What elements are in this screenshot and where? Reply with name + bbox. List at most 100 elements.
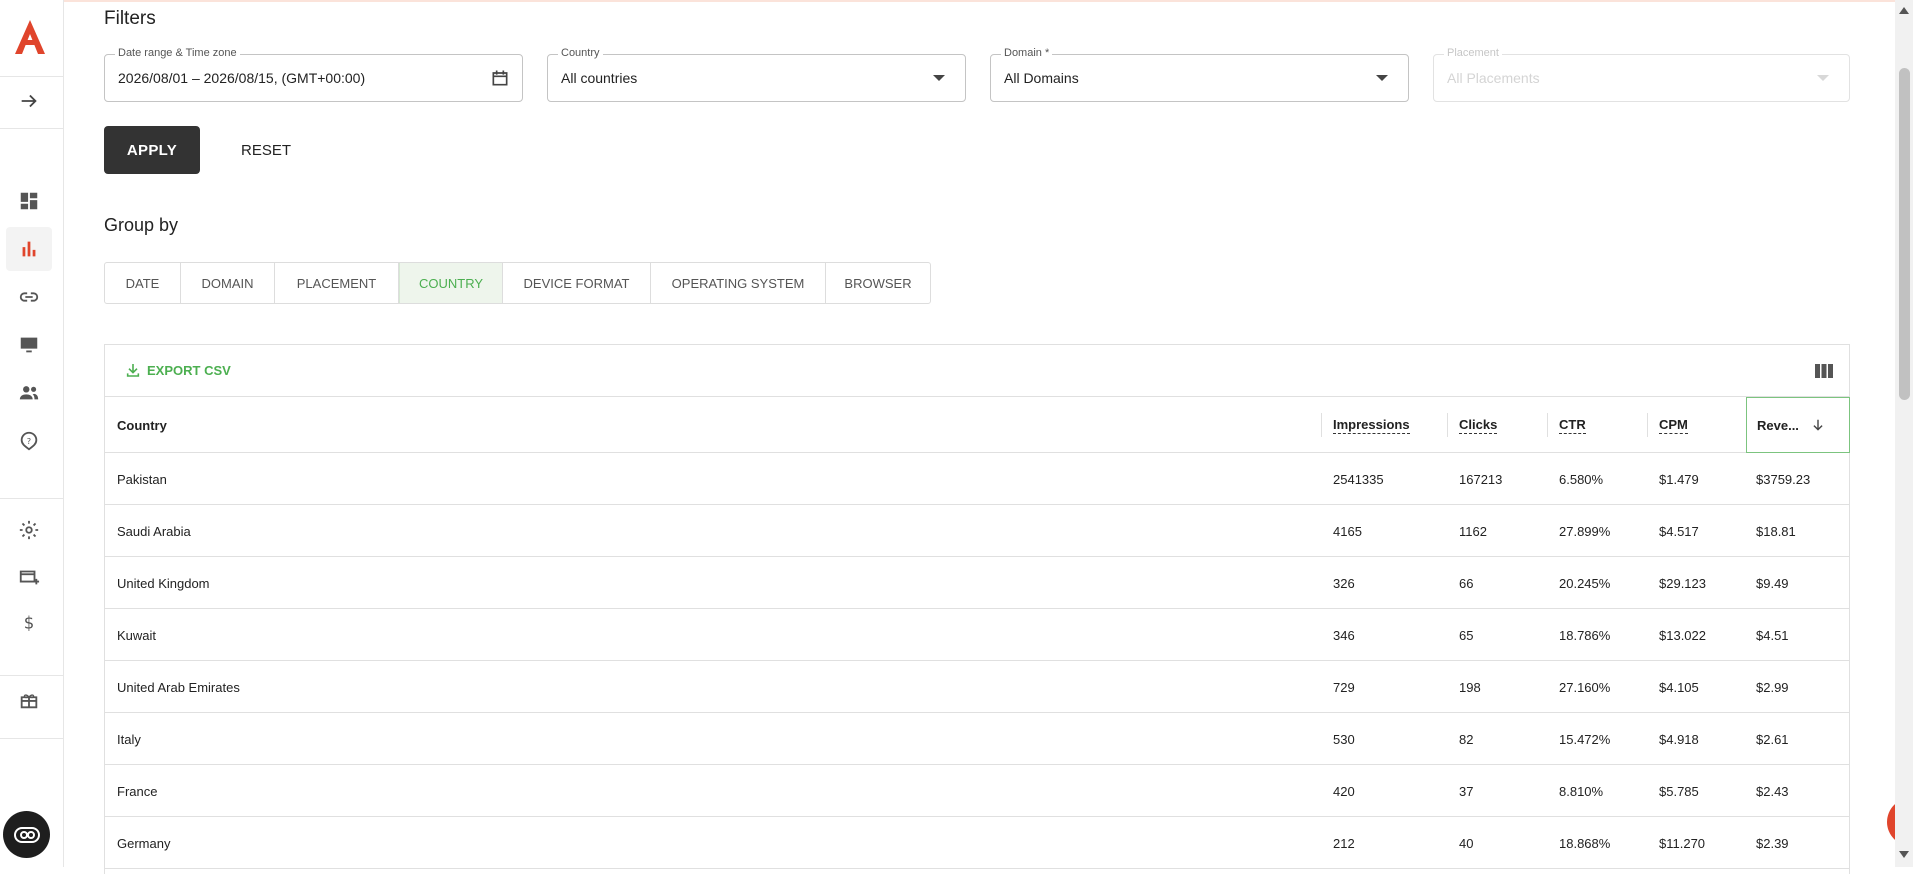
sidebar-item-sites[interactable]	[6, 323, 52, 367]
table-cell: $11.270	[1659, 835, 1706, 851]
columns-icon[interactable]	[1815, 363, 1833, 379]
calendar-icon[interactable]	[490, 68, 510, 88]
country-select[interactable]: Country All countries	[547, 47, 966, 102]
column-header-cpm[interactable]: CPM	[1659, 397, 1688, 453]
table-toolbar: EXPORT CSV	[105, 345, 1849, 397]
table-cell: 420	[1333, 783, 1355, 799]
link-icon	[19, 292, 39, 302]
table-cell: 198	[1459, 679, 1481, 695]
domain-label: Domain *	[1001, 47, 1053, 59]
table-cell: 6.580%	[1559, 471, 1604, 487]
table-row: Germany 212 40 18.868% $11.270 $2.39	[105, 817, 1849, 869]
sidebar-item-links[interactable]	[6, 275, 52, 319]
users-icon	[19, 386, 39, 400]
column-header-clicks[interactable]: Clicks	[1459, 397, 1498, 453]
sidebar-item-payment-methods[interactable]	[6, 555, 52, 599]
sidebar-item-dashboard[interactable]	[6, 179, 52, 223]
scroll-down-arrow-icon[interactable]	[1899, 851, 1909, 858]
column-separator	[1647, 413, 1648, 437]
export-csv-label: EXPORT CSV	[147, 362, 231, 378]
column-header-revenue[interactable]: Reve...	[1746, 397, 1850, 453]
arrow-right-icon	[21, 94, 37, 108]
monitor-icon	[20, 337, 38, 353]
column-header-country[interactable]: Country	[117, 397, 167, 453]
column-header-label: Reve...	[1757, 417, 1799, 433]
tab-domain[interactable]: DOMAIN	[181, 263, 275, 303]
tab-date[interactable]: DATE	[105, 263, 181, 303]
column-header-label: CTR	[1559, 416, 1586, 434]
sidebar-divider	[0, 738, 63, 739]
table-cell: 1162	[1459, 523, 1487, 539]
column-header-ctr[interactable]: CTR	[1559, 397, 1586, 453]
table-cell: 40	[1459, 835, 1474, 851]
table-cell: Pakistan	[117, 471, 167, 487]
column-header-label: Country	[117, 417, 167, 433]
main-content: Filters Date range & Time zone 2026/08/0…	[64, 0, 1913, 874]
column-separator	[1321, 413, 1322, 437]
sidebar-expand-button[interactable]	[6, 79, 52, 123]
tab-operating-system[interactable]: OPERATING SYSTEM	[651, 263, 826, 303]
table-cell: 18.868%	[1559, 835, 1611, 851]
table-cell: $4.105	[1659, 679, 1699, 695]
tab-country[interactable]: COUNTRY	[399, 263, 503, 303]
table-cell: 18.786%	[1559, 627, 1611, 643]
domain-select[interactable]: Domain * All Domains	[990, 47, 1409, 102]
sort-descending-icon	[1813, 419, 1823, 431]
table-cell: $4.918	[1659, 731, 1699, 747]
table-cell: 346	[1333, 627, 1355, 643]
scroll-up-arrow-icon[interactable]	[1899, 7, 1909, 14]
table-cell: $4.51	[1756, 627, 1789, 643]
tab-placement[interactable]: PLACEMENT	[275, 263, 399, 303]
scrollbar-thumb[interactable]	[1899, 68, 1910, 400]
table-cell: 326	[1333, 575, 1355, 591]
country-label: Country	[558, 47, 603, 59]
column-header-impressions[interactable]: Impressions	[1333, 397, 1410, 453]
table-cell: $4.517	[1659, 523, 1699, 539]
column-separator	[1447, 413, 1448, 437]
sidebar-item-referrals[interactable]	[6, 371, 52, 415]
dollar-icon: $	[24, 614, 35, 633]
filters-title: Filters	[104, 8, 156, 29]
table-cell: $2.43	[1756, 783, 1789, 799]
sidebar-item-support[interactable]: ?	[6, 419, 52, 463]
table-cell: United Arab Emirates	[117, 679, 240, 695]
table-cell: 8.810%	[1559, 783, 1604, 799]
brand-logo-icon[interactable]	[11, 18, 49, 56]
sidebar-item-settings[interactable]	[6, 508, 52, 552]
gear-icon	[19, 520, 39, 540]
table-row: Pakistan 2541335 167213 6.580% $1.479 $3759.2…	[105, 453, 1849, 505]
table-row: Saudi Arabia 4165 1162 27.899% $4.517 $18.81	[105, 505, 1849, 557]
sidebar: ? $	[0, 0, 64, 867]
table-cell: $3759.23	[1756, 471, 1811, 487]
table-cell: 82	[1459, 731, 1474, 747]
table-cell: $18.81	[1756, 523, 1796, 539]
placement-select: Placement All Placements	[1433, 47, 1850, 102]
table-cell: 27.899%	[1559, 523, 1611, 539]
group-by-tabs: DATE DOMAIN PLACEMENT COUNTRY DEVICE FOR…	[104, 262, 931, 304]
date-range-field[interactable]: Date range & Time zone 2026/08/01 – 2026…	[104, 47, 523, 102]
export-csv-button[interactable]: EXPORT CSV	[125, 362, 231, 378]
report-table: EXPORT CSV Country Impressions Clicks CT…	[104, 344, 1850, 874]
sidebar-item-statistics[interactable]	[6, 227, 52, 271]
sidebar-item-rewards[interactable]	[6, 678, 52, 722]
tab-device-format[interactable]: DEVICE FORMAT	[503, 263, 651, 303]
group-by-title: Group by	[104, 215, 179, 235]
date-range-value: 2026/08/01 – 2026/08/15, (GMT+00:00)	[118, 70, 366, 86]
profile-menu-button[interactable]	[3, 811, 50, 858]
tab-browser[interactable]: BROWSER	[826, 263, 930, 303]
sidebar-item-payouts[interactable]: $	[6, 601, 52, 645]
apply-button[interactable]: APPLY	[104, 126, 200, 174]
table-cell: 167213	[1459, 471, 1503, 487]
svg-text:$: $	[24, 614, 35, 633]
column-separator	[1547, 413, 1548, 437]
add-card-icon	[19, 570, 40, 585]
placement-value: All Placements	[1447, 70, 1540, 86]
table-cell: $2.61	[1756, 731, 1789, 747]
gift-icon	[20, 694, 38, 709]
chevron-down-icon	[1817, 68, 1829, 81]
table-cell: $2.99	[1756, 679, 1789, 695]
date-range-label: Date range & Time zone	[115, 47, 240, 59]
table-cell: United Kingdom	[117, 575, 210, 591]
reset-button[interactable]: RESET	[226, 126, 306, 174]
table-row: France 420 37 8.810% $5.785 $2.43	[105, 765, 1849, 817]
